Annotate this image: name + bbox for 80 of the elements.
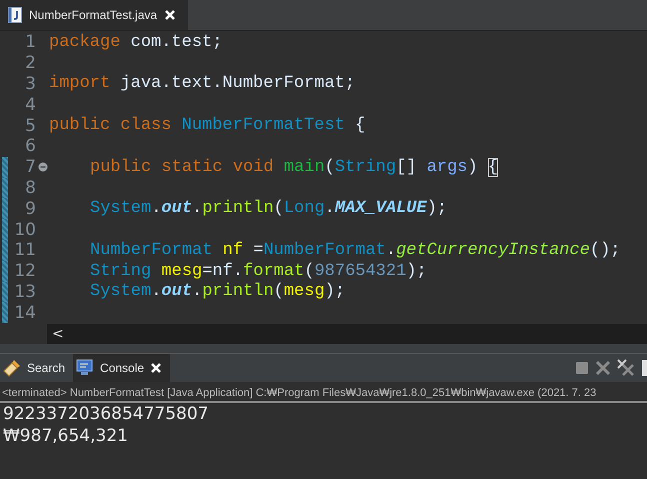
code-token: System (90, 199, 152, 218)
code-token: out (161, 282, 192, 302)
stop-icon[interactable] (575, 361, 589, 375)
code-token: ); (426, 199, 448, 218)
code-token: [] (396, 158, 418, 177)
code-token: . (192, 199, 202, 218)
code-token: = (252, 240, 264, 260)
code-token: ) (468, 158, 479, 177)
code-token: args (426, 158, 468, 177)
code-token: MAX_VALUE (334, 199, 427, 218)
code-token: { (488, 158, 498, 177)
line-number: 6 (24, 136, 36, 156)
code-token: nf (222, 240, 244, 260)
document-icon[interactable] (641, 359, 647, 377)
line-number: 10 (13, 220, 36, 240)
line-number: 4 (24, 94, 36, 115)
monitor-icon (76, 359, 94, 377)
line-number: 1 (24, 32, 36, 52)
code-token: println (202, 282, 274, 302)
code-token: ); (324, 282, 346, 302)
remove-all-icon[interactable] (617, 359, 635, 377)
code-token: String (90, 262, 152, 281)
code-token: Long (284, 199, 325, 218)
code-token: getCurrencyInstance (396, 240, 590, 260)
close-icon[interactable] (164, 9, 176, 21)
scroll-left-arrow[interactable]: < (52, 326, 64, 342)
code-token: ( (304, 262, 314, 281)
code-token: . (151, 199, 162, 218)
code-token: main (282, 158, 325, 177)
horizontal-scrollbar[interactable]: < (47, 324, 647, 344)
view-tab[interactable]: Search (0, 354, 74, 382)
code-token: System (90, 282, 152, 302)
java-file-icon (8, 7, 22, 23)
line-number: 9 (24, 198, 36, 219)
remove-icon[interactable] (595, 360, 611, 376)
code-token: NumberFormat (263, 240, 386, 260)
code-token: ( (274, 199, 284, 218)
code-token: 987654321 (314, 262, 406, 281)
code-token: ( (324, 158, 335, 177)
fold-icon[interactable] (38, 162, 48, 172)
code-token: package (49, 32, 120, 52)
line-number: 12 (13, 261, 36, 282)
code-token: =nf. (202, 262, 244, 281)
line-number: 13 (13, 282, 36, 302)
code-token: ( (274, 282, 284, 302)
line-number: 8 (24, 178, 36, 198)
line-number: 7 (24, 157, 36, 178)
line-number: 5 (24, 116, 36, 136)
code-token: . (192, 282, 202, 302)
line-number: 14 (13, 302, 36, 323)
code-token: import (49, 74, 110, 94)
close-icon[interactable] (150, 362, 162, 374)
line-number: 2 (24, 53, 36, 74)
code-token: { (354, 116, 366, 136)
code-token: String (334, 158, 396, 177)
code-token: . (386, 240, 396, 260)
code-token: java.text.NumberFormat; (119, 74, 356, 94)
console-output: 9223372036854775807 (2, 403, 210, 425)
code-token: println (202, 199, 274, 218)
code-token: format (243, 262, 304, 281)
code-token: (); (590, 240, 621, 260)
code-token: com.test; (130, 32, 222, 52)
console-output: ₩987,654,321 (2, 425, 129, 447)
editor-tab[interactable]: NumberFormatTest.java (0, 0, 188, 30)
code-token: public class (49, 116, 172, 136)
code-token: out (161, 199, 192, 218)
flashlight-icon (3, 359, 21, 377)
code-token: . (324, 199, 335, 218)
code-token: public static void (90, 158, 274, 177)
code-token: . (151, 282, 162, 302)
line-number: 11 (13, 240, 36, 260)
code-token: mesg (284, 282, 325, 302)
code-token: mesg (160, 262, 202, 281)
code-token: NumberFormatTest (180, 116, 345, 136)
view-tab[interactable]: Console (73, 354, 170, 382)
code-token: NumberFormat (90, 240, 212, 260)
tab-title: NumberFormatTest.java (29, 8, 158, 22)
console-header: <terminated> NumberFormatTest [Java Application] C:₩Program Files₩Java₩jre1.8.0_251₩bin₩javaw.exe (2021. 7. 23 (0, 382, 647, 403)
code-token: ); (406, 262, 427, 281)
line-number: 3 (24, 74, 36, 94)
